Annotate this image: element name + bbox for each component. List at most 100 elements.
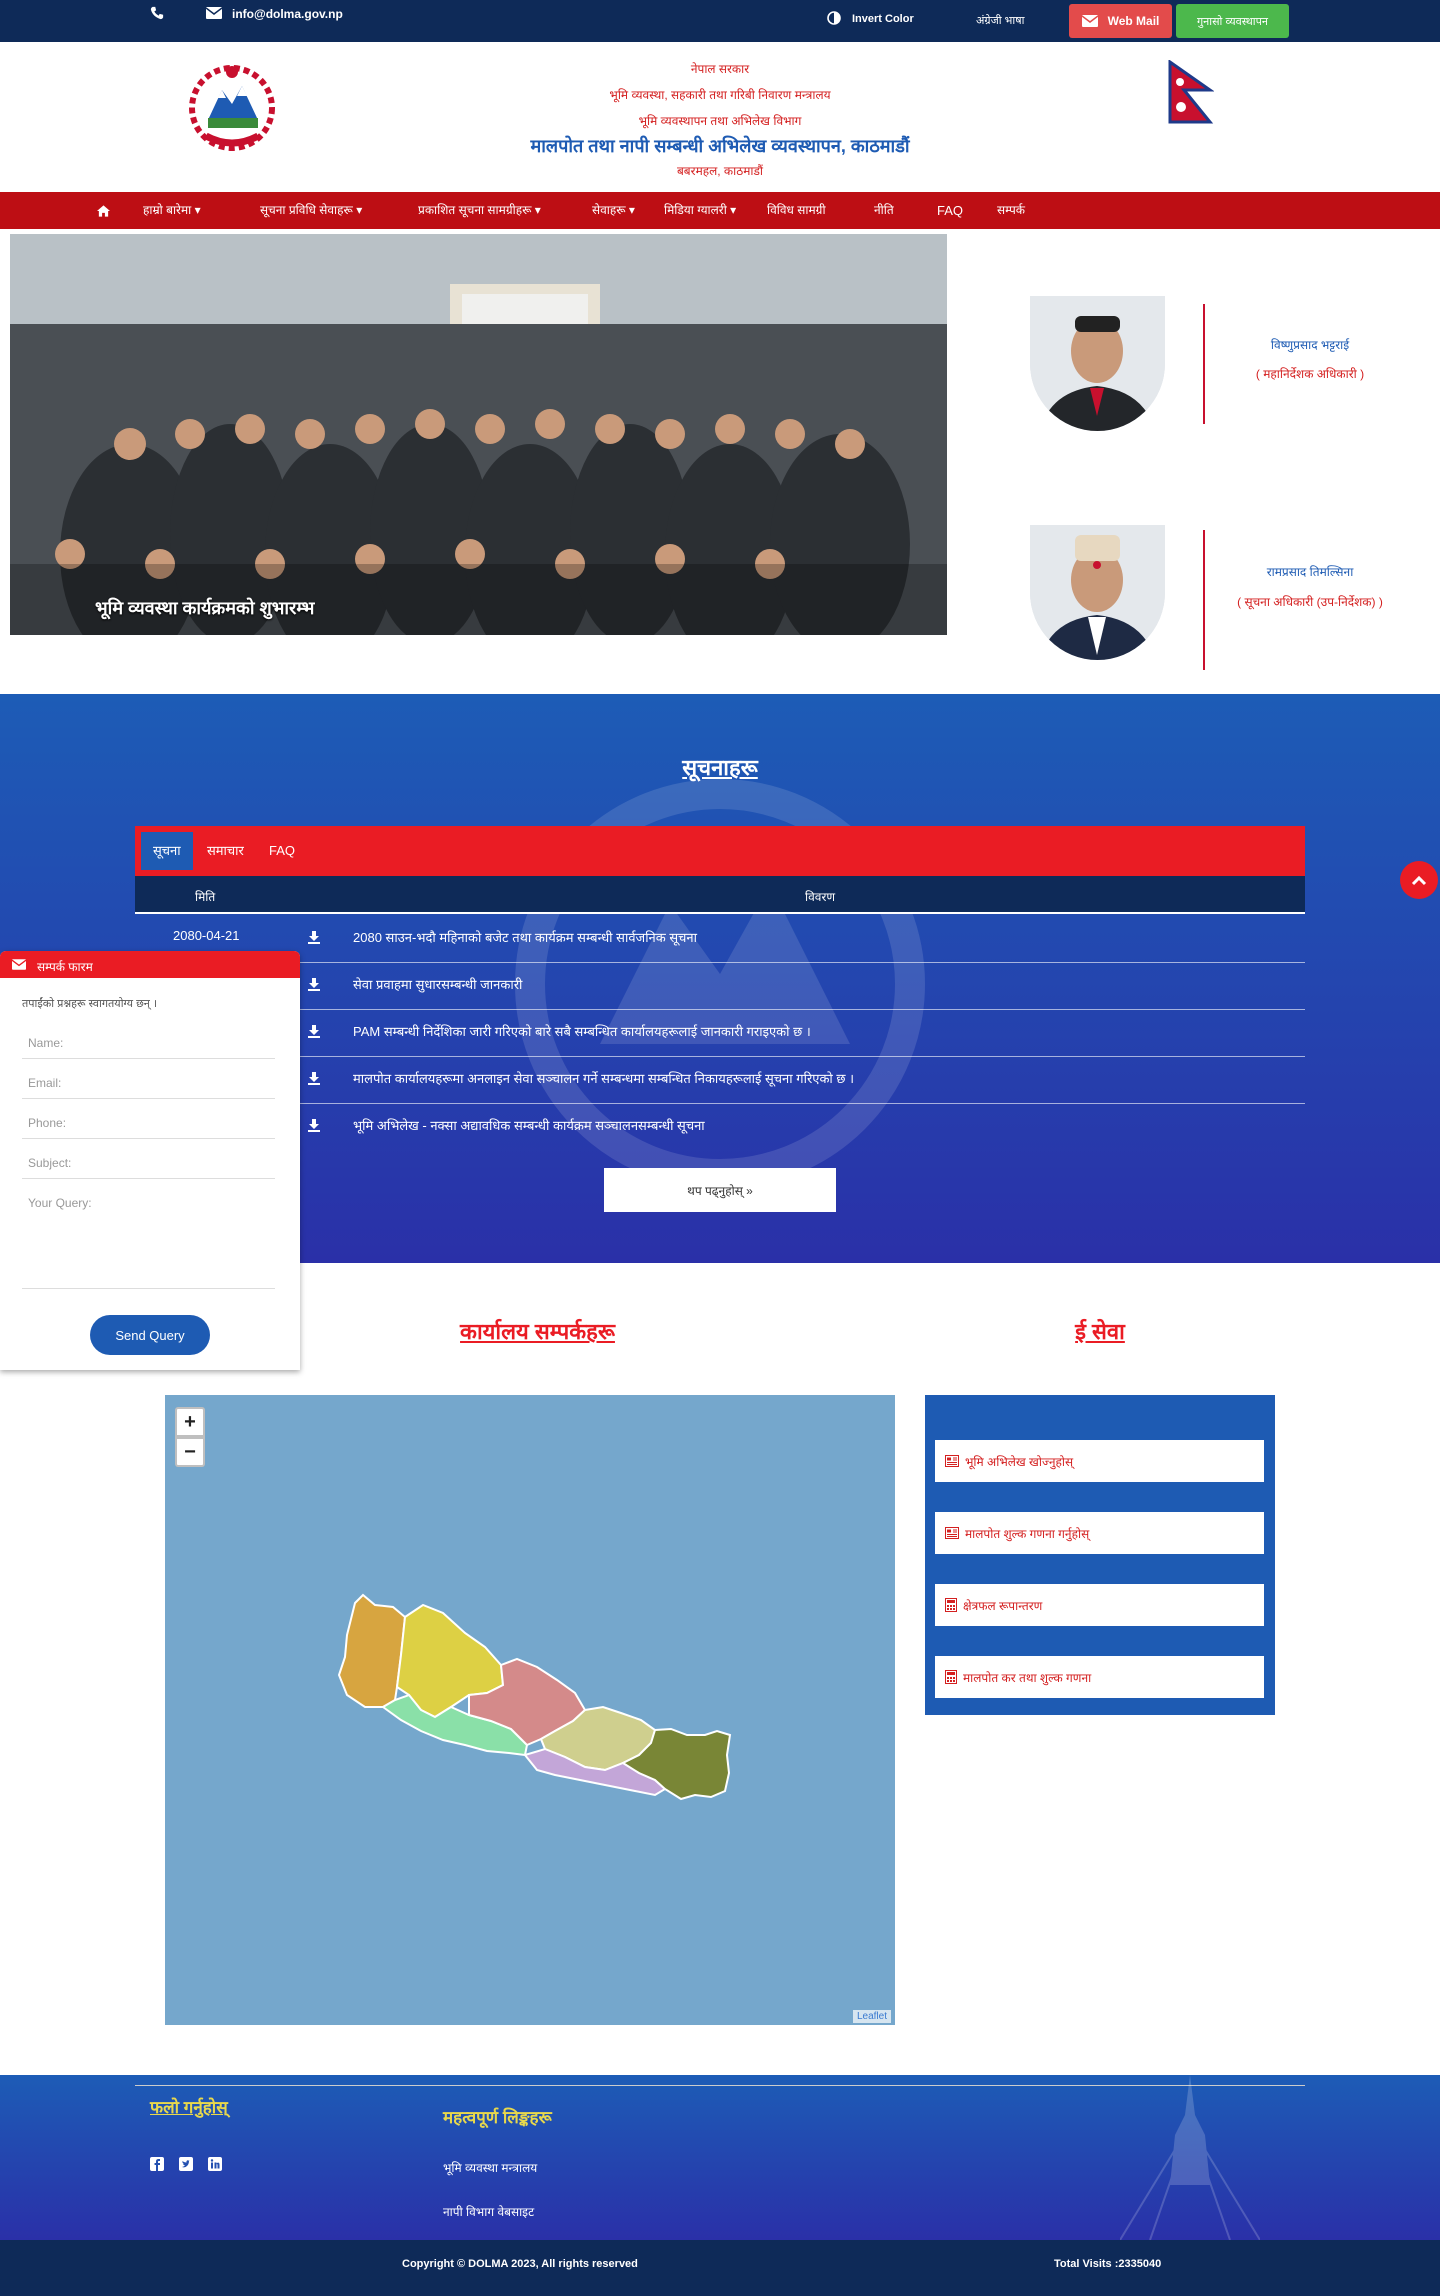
nav-item-media[interactable]: मिडिया ग्यालरी ▾ [664,192,736,229]
footer-link[interactable]: नापी विभाग वेबसाइट [443,2203,534,2220]
twitter-icon[interactable] [179,2157,193,2171]
nav-item-misc[interactable]: विविध सामग्री [767,192,826,229]
webmail-label: Web Mail [1107,14,1160,28]
phone-field[interactable]: Phone: [22,1111,275,1139]
official-name: रामप्रसाद तिमल्सिना [1266,565,1354,579]
official-name: विष्णुप्रसाद भट्टराई [1270,338,1350,352]
map-section-title: कार्यालय सम्पर्कहरू [460,1319,615,1344]
contact-intro: तपाईंको प्रश्नहरू स्वागतयोग्य छन् । [22,998,158,1010]
download-icon[interactable] [307,1118,321,1132]
contact-form-header[interactable]: सम्पर्क फारम [0,951,300,978]
notice-title[interactable]: 2080 साउन-भदौ महिनाको बजेट तथा कार्यक्रम… [353,928,697,946]
official-role: ( महानिर्देशक अधिकारी ) [1255,367,1365,381]
name-field[interactable]: Name: [22,1031,275,1059]
eservice-section-title: ई सेवा [1075,1319,1125,1344]
envelope-icon [12,959,26,970]
nav-item-label: प्रकाशित सूचना सामग्रीहरू [418,203,532,217]
contact-form: सम्पर्क फारम तपाईंको प्रश्नहरू स्वागतयोग… [0,951,300,1370]
invert-color-button[interactable]: Invert Color [852,13,914,25]
download-icon[interactable] [307,977,321,991]
nepal-province-map[interactable] [165,1395,895,2025]
nav-item-faq[interactable]: FAQ [937,192,963,229]
envelope-icon [1081,15,1098,27]
nav-item-it-services[interactable]: सूचना प्रविधि सेवाहरू ▾ [260,192,362,229]
linkedin-icon[interactable] [208,2157,222,2171]
header-line-1: नेपाल सरकार [690,62,750,76]
footer-links-title: महत्वपूर्ण लिङ्कहरू [443,2108,552,2127]
nav-item-contact[interactable]: सम्पर्क [997,192,1025,229]
visit-counter: Total Visits :2335040 [1054,2258,1162,2270]
tab-notice[interactable]: सूचना [141,832,193,870]
tab-faq[interactable]: FAQ [257,832,307,870]
eservice-label: क्षेत्रफल रूपान्तरण [963,1598,1043,1613]
hero-group-photo [10,234,947,635]
contact-form-title: सम्पर्क फारम [37,960,93,974]
eservice-label: भूमि अभिलेख खोज्नुहोस् [965,1454,1074,1469]
scroll-to-top-button[interactable] [1400,861,1438,899]
official-divider [1203,530,1205,670]
eservice-label: मालपोत शुल्क गणना गर्नुहोस् [965,1526,1090,1541]
eservice-link[interactable]: क्षेत्रफल रूपान्तरण [935,1584,1264,1626]
top-bar: info@dolma.gov.np Invert Color अंग्रेजी … [0,0,1440,42]
nav-item-services[interactable]: सेवाहरू ▾ [592,192,635,229]
notice-row[interactable]: PAM सम्बन्धी निर्देशिका जारी गरिएको बारे… [135,1010,1305,1057]
home-icon[interactable] [97,192,110,229]
newspaper-icon [945,1455,959,1467]
notice-row[interactable]: मालपोत कार्यालयहरूमा अनलाइन सेवा सञ्चालन… [135,1057,1305,1104]
follow-title: फलो गर्नुहोस् [150,2098,228,2117]
tab-news[interactable]: समाचार [195,832,256,870]
notice-row[interactable]: सेवा प्रवाहमा सुधारसम्बन्धी जानकारी [135,963,1305,1010]
send-query-button[interactable]: Send Query [90,1315,210,1355]
province-sudurpashchim[interactable] [337,1593,407,1708]
nav-item-publications[interactable]: प्रकाशित सूचना सामग्रीहरू ▾ [418,192,541,229]
download-icon[interactable] [307,1071,321,1085]
nav-item-about[interactable]: हाम्रो बारेमा ▾ [143,192,201,229]
calculator-icon [945,1670,957,1684]
eservice-link[interactable]: मालपोत शुल्क गणना गर्नुहोस् [935,1512,1264,1554]
newspaper-icon [945,1527,959,1539]
nav-item-label: सेवाहरू [592,203,626,217]
phone-icon[interactable] [150,6,164,25]
nepal-flag [1166,59,1215,126]
read-more-button[interactable]: थप पढ्नुहोस् » [604,1168,836,1212]
official-divider [1203,304,1205,424]
notice-table-header: मिति विवरण [135,876,1305,914]
notice-title[interactable]: सेवा प्रवाहमा सुधारसम्बन्धी जानकारी [353,975,522,993]
email-link[interactable]: info@dolma.gov.np [232,7,343,21]
eservice-label: मालपोत कर तथा शुल्क गणना [963,1670,1092,1685]
zoom-in-button[interactable]: + [175,1407,205,1437]
nav-item-policy[interactable]: नीति [874,192,894,229]
notice-row[interactable]: भूमि अभिलेख - नक्सा अद्यावधिक सम्बन्धी क… [135,1104,1305,1151]
language-switch[interactable]: अंग्रेजी भाषा [976,13,1024,28]
main-nav: हाम्रो बारेमा ▾ सूचना प्रविधि सेवाहरू ▾ … [0,192,1440,229]
contrast-icon [827,11,841,30]
hero-caption: भूमि व्यवस्था कार्यक्रमको शुभारम्भ [95,598,315,618]
hero-slider[interactable]: भूमि व्यवस्था कार्यक्रमको शुभारम्भ [10,234,947,635]
zoom-out-button[interactable]: − [175,1437,205,1467]
notice-title[interactable]: मालपोत कार्यालयहरूमा अनलाइन सेवा सञ्चालन… [353,1069,854,1087]
facebook-icon[interactable] [150,2157,164,2171]
map-attribution[interactable]: Leaflet [852,2010,891,2023]
webmail-button[interactable]: Web Mail [1069,4,1172,38]
footer-link[interactable]: भूमि व्यवस्था मन्त्रालय [443,2159,537,2176]
office-location: बबरमहल, काठमाडौं [676,164,764,178]
subject-field[interactable]: Subject: [22,1151,275,1179]
site-header: नेपाल सरकार भूमि व्यवस्था, सहकारी तथा गर… [0,42,1440,192]
eservice-link[interactable]: भूमि अभिलेख खोज्नुहोस् [935,1440,1264,1482]
notice-title[interactable]: PAM सम्बन्धी निर्देशिका जारी गरिएको बारे… [353,1022,811,1040]
official-photo [1030,525,1165,660]
grievance-button[interactable]: गुनासो व्यवस्थापन [1176,4,1289,38]
query-field[interactable]: Your Query: [22,1191,275,1289]
eservice-link[interactable]: मालपोत कर तथा शुल्क गणना [935,1656,1264,1698]
download-icon[interactable] [307,930,321,944]
office-map[interactable]: + − Leaflet [165,1395,895,2025]
email-field[interactable]: Email: [22,1071,275,1099]
nav-item-label: मिडिया ग्यालरी [664,203,727,217]
calculator-icon [945,1598,957,1612]
col-date: मिति [195,890,216,904]
site-footer: फलो गर्नुहोस् महत्वपूर्ण लिङ्कहरू भूमि व… [0,2075,1440,2240]
office-title: मालपोत तथा नापी सम्बन्धी अभिलेख व्यवस्था… [530,136,910,156]
notice-title[interactable]: भूमि अभिलेख - नक्सा अद्यावधिक सम्बन्धी क… [353,1116,705,1134]
notice-row[interactable]: 2080-04-21 2080 साउन-भदौ महिनाको बजेट तथ… [135,916,1305,963]
download-icon[interactable] [307,1024,321,1038]
